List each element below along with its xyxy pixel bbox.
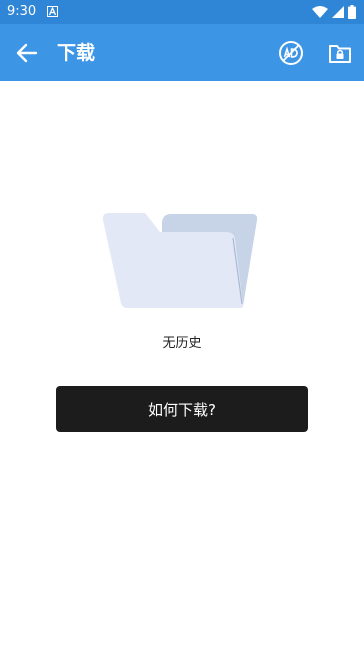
status-time: 9:30 [7,4,37,19]
how-to-download-button[interactable]: 如何下载? [56,386,308,432]
notification-a-icon [47,6,58,17]
back-arrow-icon[interactable] [14,40,40,66]
cellular-signal-icon [332,5,344,18]
page-title: 下载 [57,42,96,64]
app-bar: 下载 [0,24,364,81]
empty-folder-icon [102,213,258,308]
status-bar: 9:30 [0,0,364,24]
empty-state-message: 无历史 [162,336,202,351]
ad-block-icon[interactable] [278,40,304,66]
wifi-icon [312,5,328,18]
status-icons [312,5,356,19]
battery-icon [348,5,356,19]
private-folder-lock-icon[interactable] [327,40,353,66]
